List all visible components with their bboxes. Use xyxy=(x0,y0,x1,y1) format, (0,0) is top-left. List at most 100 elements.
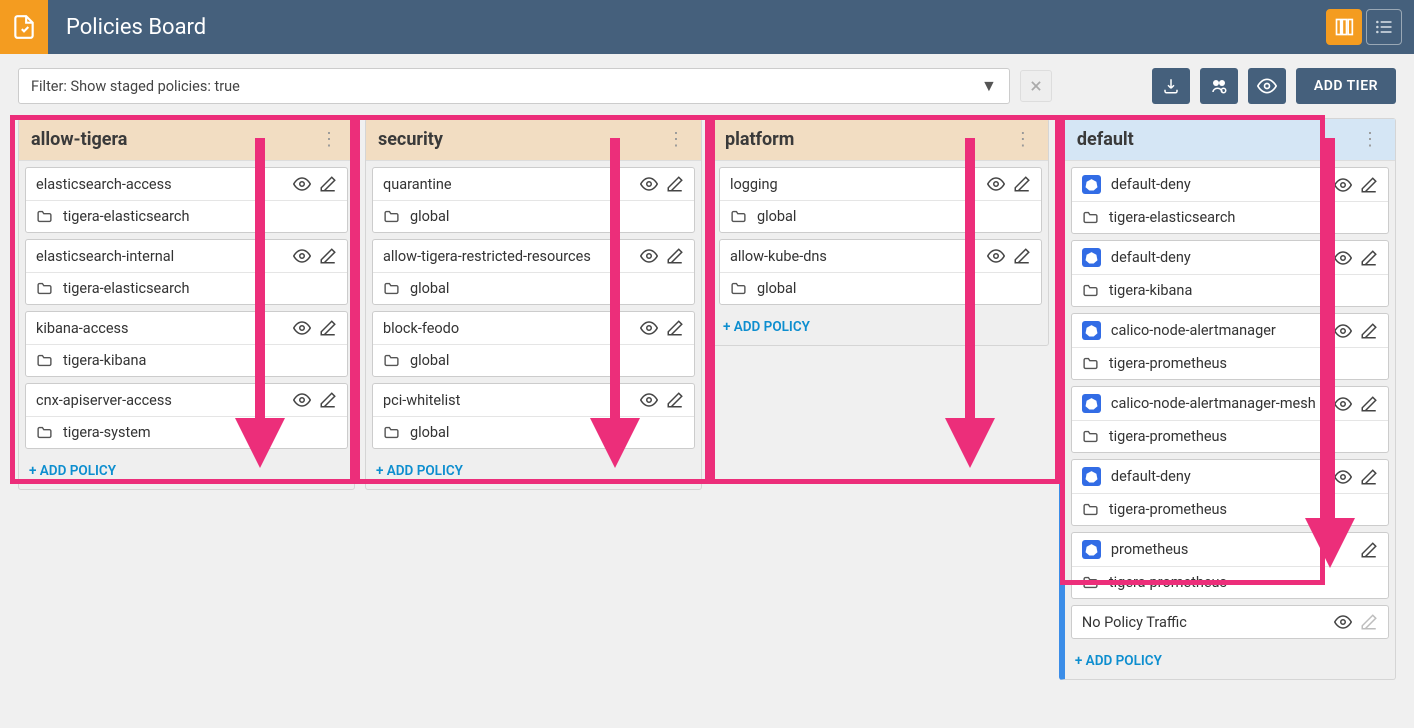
tier-menu-icon[interactable]: ⋮ xyxy=(316,129,342,150)
view-icon[interactable] xyxy=(293,247,311,265)
edit-icon[interactable] xyxy=(1360,249,1378,267)
folder-icon xyxy=(383,424,400,441)
folder-icon xyxy=(383,208,400,225)
policy-namespace: global xyxy=(757,280,797,297)
policy-card[interactable]: loggingglobal xyxy=(719,167,1042,233)
edit-icon[interactable] xyxy=(1360,468,1378,486)
policy-namespace: tigera-elasticsearch xyxy=(63,208,190,225)
policy-card[interactable]: kibana-accesstigera-kibana xyxy=(25,311,348,377)
policy-card[interactable]: pci-whitelistglobal xyxy=(372,383,695,449)
edit-icon[interactable] xyxy=(319,175,337,193)
view-icon[interactable] xyxy=(640,319,658,337)
policy-card[interactable]: cnx-apiserver-accesstigera-system xyxy=(25,383,348,449)
recommend-button[interactable] xyxy=(1200,68,1238,104)
view-icon[interactable] xyxy=(293,319,311,337)
kubernetes-icon xyxy=(1082,540,1101,559)
list-view-toggle[interactable] xyxy=(1366,9,1402,45)
tier-body: quarantineglobalallow-tigera-restricted-… xyxy=(366,161,701,457)
policy-namespace: tigera-prometheus xyxy=(1109,428,1227,445)
toolbar-row: Filter: Show staged policies: true ▼ ADD… xyxy=(0,54,1414,118)
kubernetes-icon xyxy=(1082,394,1101,413)
policy-card[interactable]: No Policy Traffic xyxy=(1071,605,1389,639)
policy-namespace: tigera-system xyxy=(63,424,151,441)
folder-icon xyxy=(1082,574,1099,591)
policy-card[interactable]: allow-kube-dnsglobal xyxy=(719,239,1042,305)
policy-name: calico-node-alertmanager xyxy=(1111,322,1334,339)
tier-column: allow-tigera⋮elasticsearch-accesstigera-… xyxy=(18,118,355,490)
view-icon[interactable] xyxy=(1334,176,1352,194)
export-button[interactable] xyxy=(1152,68,1190,104)
policy-name: calico-node-alertmanager-mesh xyxy=(1111,395,1334,412)
view-icon[interactable] xyxy=(1334,395,1352,413)
edit-icon[interactable] xyxy=(666,391,684,409)
policy-card[interactable]: elasticsearch-internaltigera-elasticsear… xyxy=(25,239,348,305)
folder-icon xyxy=(36,352,53,369)
add-tier-button[interactable]: ADD TIER xyxy=(1296,68,1396,104)
view-icon[interactable] xyxy=(293,391,311,409)
folder-icon xyxy=(1082,355,1099,372)
policy-card[interactable]: quarantineglobal xyxy=(372,167,695,233)
view-icon[interactable] xyxy=(640,391,658,409)
kubernetes-icon xyxy=(1082,321,1101,340)
view-icon[interactable] xyxy=(1334,613,1352,631)
edit-icon[interactable] xyxy=(1013,247,1031,265)
clear-filter-button[interactable] xyxy=(1020,70,1052,102)
edit-icon[interactable] xyxy=(319,319,337,337)
view-icon[interactable] xyxy=(1334,468,1352,486)
tier-body: elasticsearch-accesstigera-elasticsearch… xyxy=(19,161,354,457)
view-icon[interactable] xyxy=(640,175,658,193)
edit-icon[interactable] xyxy=(666,247,684,265)
add-policy-button[interactable]: + ADD POLICY xyxy=(713,313,1048,345)
edit-icon[interactable] xyxy=(319,391,337,409)
view-icon[interactable] xyxy=(1334,249,1352,267)
add-policy-button[interactable]: + ADD POLICY xyxy=(1065,647,1395,679)
policy-card[interactable]: allow-tigera-restricted-resourcesglobal xyxy=(372,239,695,305)
folder-icon xyxy=(383,280,400,297)
policy-name: elasticsearch-internal xyxy=(36,248,293,265)
policy-card[interactable]: default-denytigera-prometheus xyxy=(1071,459,1389,526)
edit-icon[interactable] xyxy=(1360,176,1378,194)
tier-menu-icon[interactable]: ⋮ xyxy=(1357,129,1383,150)
add-policy-button[interactable]: + ADD POLICY xyxy=(19,457,354,489)
view-icon[interactable] xyxy=(640,247,658,265)
edit-icon[interactable] xyxy=(1360,541,1378,559)
board-view-toggle[interactable] xyxy=(1326,9,1362,45)
edit-icon[interactable] xyxy=(666,175,684,193)
policy-card[interactable]: block-feodoglobal xyxy=(372,311,695,377)
kubernetes-icon xyxy=(1082,175,1101,194)
add-policy-button[interactable]: + ADD POLICY xyxy=(366,457,701,489)
policy-card[interactable]: elasticsearch-accesstigera-elasticsearch xyxy=(25,167,348,233)
policy-namespace: tigera-prometheus xyxy=(1109,501,1227,518)
tier-header: allow-tigera⋮ xyxy=(19,119,354,161)
policy-namespace: global xyxy=(410,208,450,225)
tier-title: security xyxy=(378,129,443,150)
view-icon[interactable] xyxy=(987,175,1005,193)
filter-input[interactable]: Filter: Show staged policies: true ▼ xyxy=(18,68,1010,104)
view-icon[interactable] xyxy=(293,175,311,193)
policy-card[interactable]: prometheustigera-prometheus xyxy=(1071,532,1389,599)
tier-menu-icon[interactable]: ⋮ xyxy=(1010,129,1036,150)
folder-icon xyxy=(730,208,747,225)
folder-icon xyxy=(1082,282,1099,299)
policy-card[interactable]: calico-node-alertmanager-mesh tigera-prom… xyxy=(1071,386,1389,453)
tier-title: platform xyxy=(725,129,794,150)
policy-card[interactable]: default-denytigera-elasticsearch xyxy=(1071,167,1389,234)
edit-icon[interactable] xyxy=(319,247,337,265)
policy-namespace: tigera-prometheus xyxy=(1109,574,1227,591)
view-icon[interactable] xyxy=(1334,322,1352,340)
edit-icon[interactable] xyxy=(1360,322,1378,340)
folder-icon xyxy=(1082,501,1099,518)
preview-button[interactable] xyxy=(1248,68,1286,104)
folder-icon xyxy=(1082,428,1099,445)
policy-card[interactable]: default-denytigera-kibana xyxy=(1071,240,1389,307)
policy-name: block-feodo xyxy=(383,320,640,337)
tier-title: default xyxy=(1077,129,1134,150)
edit-icon[interactable] xyxy=(1013,175,1031,193)
edit-icon[interactable] xyxy=(666,319,684,337)
tier-menu-icon[interactable]: ⋮ xyxy=(663,129,689,150)
policy-name: kibana-access xyxy=(36,320,293,337)
dropdown-icon[interactable]: ▼ xyxy=(975,76,1003,96)
edit-icon[interactable] xyxy=(1360,395,1378,413)
policy-card[interactable]: calico-node-alertmanagertigera-prometheu… xyxy=(1071,313,1389,380)
view-icon[interactable] xyxy=(987,247,1005,265)
